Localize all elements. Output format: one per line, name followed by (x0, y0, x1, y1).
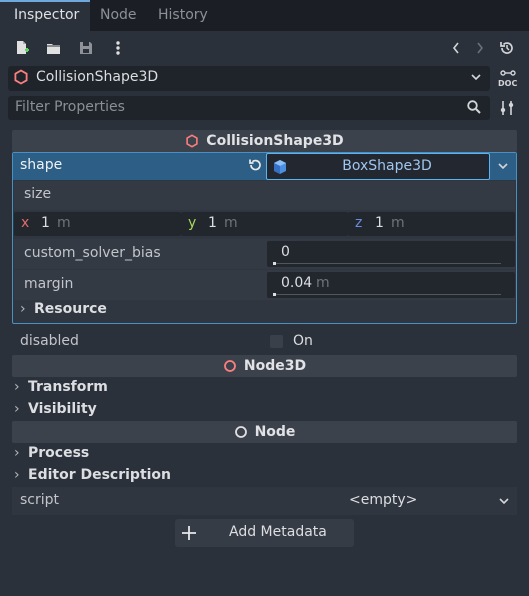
size-z-unit: m (391, 215, 405, 231)
object-selector[interactable]: CollisionShape3D (8, 66, 490, 91)
shape-resource-picker[interactable]: BoxShape3D (266, 153, 490, 180)
size-x-value: 1 (41, 215, 50, 231)
script-label: script (20, 492, 60, 508)
custom-solver-bias-label: custom_solver_bias (24, 245, 161, 261)
margin-label: margin (24, 276, 74, 292)
size-y-value: 1 (208, 215, 217, 231)
custom-solver-bias-value: 0 (281, 244, 290, 260)
chevron-down-icon (470, 70, 482, 88)
slider-grabber (273, 293, 276, 296)
group-visibility-label: Visibility (28, 401, 97, 417)
new-resource-icon[interactable] (12, 38, 32, 58)
margin-value: 0.04 (281, 275, 313, 291)
chevron-right-icon: › (14, 467, 20, 483)
search-icon (466, 99, 482, 119)
tab-history[interactable]: History (158, 0, 208, 31)
chevron-right-icon: › (14, 379, 20, 395)
disabled-label: disabled (20, 333, 79, 349)
tab-inspector[interactable]: Inspector (0, 0, 90, 31)
add-metadata-button[interactable]: Add Metadata (175, 519, 354, 547)
slider-track (273, 263, 501, 264)
disabled-checkbox[interactable] (270, 335, 283, 348)
slider-track (273, 294, 501, 295)
revert-icon[interactable] (247, 157, 263, 177)
slider-grabber (273, 262, 276, 265)
axis-y-label: y (188, 215, 197, 231)
margin-field[interactable]: 0.04 m (267, 272, 515, 298)
dock-tab-bar: Inspector Node History (0, 0, 529, 31)
group-editor-description-label: Editor Description (28, 467, 172, 483)
node3d-icon (223, 359, 237, 373)
plus-icon (181, 522, 197, 544)
custom-solver-bias-field[interactable]: 0 (267, 241, 515, 267)
section-node: Node (12, 421, 517, 443)
collision-shape-icon (185, 134, 199, 148)
group-process-label: Process (28, 445, 90, 461)
size-z-field[interactable]: z 1 m (348, 212, 515, 236)
size-label: size (24, 186, 52, 202)
chevron-down-icon[interactable] (498, 494, 510, 512)
section-node3d: Node3D (12, 355, 517, 377)
size-x-field[interactable]: x 1 m (14, 212, 181, 236)
group-resource[interactable]: › Resource (20, 301, 107, 317)
section-title: Node3D (243, 358, 307, 374)
margin-unit: m (316, 275, 330, 291)
history-back-icon[interactable] (446, 38, 466, 58)
property-shape: shape BoxShape3D (13, 153, 516, 180)
filter-placeholder: Filter Properties (15, 99, 125, 115)
chevron-down-icon[interactable] (497, 159, 509, 177)
group-transform-label: Transform (28, 379, 108, 395)
property-tools-icon[interactable] (499, 99, 515, 121)
size-y-field[interactable]: y 1 m (181, 212, 348, 236)
shape-resource-name: BoxShape3D (342, 158, 432, 174)
open-docs-icon[interactable]: DOC (497, 68, 519, 90)
more-options-icon[interactable] (108, 38, 128, 58)
node-icon (234, 425, 248, 439)
add-metadata-label: Add Metadata (229, 524, 327, 540)
tab-node[interactable]: Node (100, 0, 137, 31)
load-resource-icon[interactable] (44, 38, 64, 58)
group-transform[interactable]: › Transform (14, 379, 108, 395)
disabled-checkbox-label: On (293, 333, 313, 349)
chevron-right-icon: › (14, 401, 20, 417)
size-x-unit: m (57, 215, 71, 231)
group-visibility[interactable]: › Visibility (14, 401, 97, 417)
filter-properties-input[interactable]: Filter Properties (8, 96, 490, 120)
script-row-bg (12, 487, 517, 515)
group-editor-description[interactable]: › Editor Description (14, 467, 171, 483)
chevron-right-icon: › (20, 301, 26, 317)
size-row-bg (14, 181, 515, 210)
axis-x-label: x (21, 215, 30, 231)
group-resource-label: Resource (34, 301, 107, 317)
section-collisionshape3d: CollisionShape3D (12, 130, 517, 152)
recent-history-icon[interactable] (497, 38, 517, 58)
axis-z-label: z (355, 215, 363, 231)
chevron-right-icon: › (14, 445, 20, 461)
section-title: CollisionShape3D (206, 133, 344, 149)
property-label: shape (20, 157, 63, 173)
size-z-value: 1 (375, 215, 384, 231)
group-process[interactable]: › Process (14, 445, 89, 461)
save-resource-icon[interactable] (76, 38, 96, 58)
script-value[interactable]: <empty> (349, 492, 417, 508)
section-title: Node (254, 424, 296, 440)
collision-shape-icon (13, 69, 29, 89)
history-forward-icon[interactable] (470, 38, 490, 58)
doc-label: DOC (498, 79, 518, 88)
object-selector-label: CollisionShape3D (36, 69, 159, 85)
size-y-unit: m (224, 215, 238, 231)
